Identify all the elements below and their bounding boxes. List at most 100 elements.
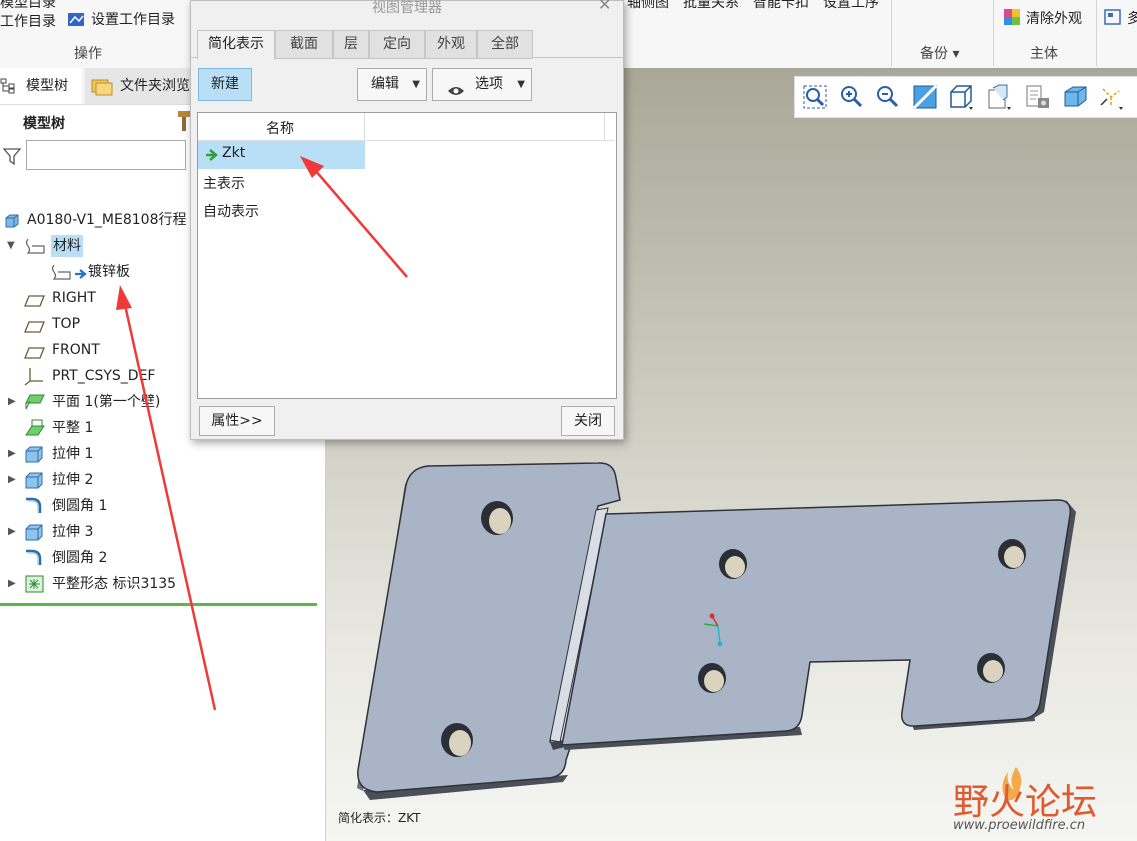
display-style-icon[interactable]	[947, 83, 975, 111]
tab-folder-browser-label: 文件夹浏览	[120, 78, 190, 94]
tab-model-tree[interactable]: 模型树	[0, 68, 82, 104]
part-icon	[4, 212, 20, 228]
more-button[interactable]: 多	[1127, 8, 1137, 28]
tab-orient[interactable]: 定向	[369, 30, 425, 59]
collapse-triangle-icon[interactable]: ▼	[7, 233, 15, 259]
extrude-icon	[24, 523, 44, 541]
tree-item-round-1[interactable]: 倒圆角 1	[0, 493, 325, 519]
ribbon-item-set-process[interactable]: 设置工序	[823, 0, 879, 12]
tree-item-extrude-2[interactable]: ▶ 拉伸 2	[0, 467, 325, 493]
ribbon-item-batch-relations[interactable]: 批量关系	[683, 0, 739, 12]
properties-button[interactable]: 属性>>	[199, 406, 275, 436]
column-name-header[interactable]: 名称	[266, 118, 294, 138]
extrude-icon	[24, 471, 44, 489]
zoom-in-icon[interactable]	[837, 83, 865, 111]
list-item-auto-rep[interactable]: 自动表示	[198, 197, 614, 225]
tree-item-label: A0180-V1_ME8108行程	[27, 212, 187, 228]
expand-triangle-icon[interactable]: ▶	[8, 389, 16, 415]
close-icon[interactable]: ✕	[598, 0, 611, 14]
new-button[interactable]: 新建	[198, 68, 252, 101]
eye-icon	[447, 78, 465, 95]
list-item-master-rep[interactable]: 主表示	[198, 169, 614, 197]
material-icon	[24, 237, 46, 255]
tree-item-label: FRONT	[52, 342, 100, 358]
list-item-label: Zkt	[222, 145, 246, 161]
flat-wall-icon	[24, 418, 46, 438]
tree-item-label: PRT_CSYS_DEF	[52, 368, 156, 384]
csys-icon	[24, 366, 46, 386]
tab-layer[interactable]: 层	[333, 30, 369, 59]
model-tree-header: 模型树	[23, 116, 65, 132]
tree-item-round-2[interactable]: 倒圆角 2	[0, 545, 325, 571]
round-icon	[24, 549, 44, 567]
set-workdir-icon	[67, 11, 85, 27]
arrow-right-icon	[74, 264, 88, 279]
tree-item-label: 拉伸 1	[52, 446, 94, 462]
ribbon-item-isometric[interactable]: 轴侧图	[627, 0, 669, 12]
tree-item-label: 平整 1	[52, 420, 94, 436]
material-icon	[50, 263, 72, 281]
zoom-fit-icon[interactable]	[801, 83, 829, 111]
close-button[interactable]: 关闭	[561, 406, 615, 436]
flat-state-icon	[24, 574, 46, 594]
tab-folder-browser[interactable]: 文件夹浏览	[85, 68, 190, 104]
expand-triangle-icon[interactable]: ▶	[8, 441, 16, 467]
clear-appearance-button[interactable]: 清除外观	[1026, 8, 1082, 28]
tab-model-tree-label: 模型树	[26, 78, 68, 94]
search-input[interactable]	[26, 140, 186, 170]
group-backup-label[interactable]: 备份 ▾	[920, 43, 959, 63]
extrude-icon	[24, 445, 44, 463]
tab-all[interactable]: 全部	[477, 30, 533, 59]
repaint-icon[interactable]	[911, 83, 939, 111]
working-directory-label[interactable]: 工作目录	[0, 11, 56, 31]
options-button[interactable]: 选项 ▼	[432, 68, 532, 101]
tab-appearance[interactable]: 外观	[425, 30, 477, 59]
tree-item-label: TOP	[52, 316, 81, 332]
zoom-out-icon[interactable]	[873, 83, 901, 111]
set-workdir-button[interactable]: 设置工作目录	[91, 9, 175, 29]
tree-item-extrude-3[interactable]: ▶ 拉伸 3	[0, 519, 325, 545]
tab-simplified-rep[interactable]: 简化表示	[197, 30, 275, 60]
view-toolbar	[794, 76, 1137, 118]
tree-item-label: 镀锌板	[88, 264, 130, 280]
tree-item-label: 拉伸 3	[52, 524, 94, 540]
tree-item-flat-state[interactable]: ▶ 平整形态 标识3135	[0, 571, 325, 597]
list-item-zkt[interactable]: Zkt	[198, 141, 365, 169]
tab-section[interactable]: 截面	[275, 30, 333, 59]
datum-display-icon[interactable]	[1097, 83, 1125, 111]
tree-item-label: 倒圆角 2	[52, 550, 108, 566]
dialog-title: 视图管理器	[372, 0, 442, 16]
round-icon	[24, 497, 44, 515]
group-body-label: 主体	[1030, 46, 1058, 62]
chevron-down-icon: ▼	[517, 79, 525, 90]
view-manager-icon[interactable]	[1023, 83, 1051, 111]
saved-orientations-icon[interactable]	[985, 83, 1013, 111]
expand-triangle-icon[interactable]: ▶	[8, 467, 16, 493]
tree-item-label: 倒圆角 1	[52, 498, 108, 514]
tree-item-label: RIGHT	[52, 290, 96, 306]
filter-icon[interactable]	[2, 148, 23, 166]
planar-wall-icon	[24, 393, 46, 411]
tree-item-label: 平面 1(第一个壁)	[52, 394, 161, 410]
edit-button[interactable]: 编辑 ▼	[357, 68, 427, 101]
datum-plane-icon	[24, 343, 46, 359]
tree-insert-separator[interactable]	[0, 603, 317, 606]
simplified-rep-status: 简化表示：ZKT	[338, 811, 421, 825]
tree-item-extrude-1[interactable]: ▶ 拉伸 1	[0, 441, 325, 467]
options-button-label: 选项	[475, 76, 503, 92]
chevron-down-icon: ▼	[412, 79, 420, 90]
expand-triangle-icon[interactable]: ▶	[8, 571, 16, 597]
tree-item-label: 平整形态 标识3135	[52, 576, 177, 592]
clear-appearance-icon	[1003, 8, 1021, 26]
perspective-view-icon[interactable]	[1061, 83, 1089, 111]
watermark-url: www.proewildfire.cn	[953, 818, 1086, 833]
edit-button-label: 编辑	[371, 76, 399, 92]
ribbon-item-smart-snap[interactable]: 智能卡扣	[753, 0, 809, 12]
list-header: 名称	[198, 113, 614, 141]
view-manager-dialog: 视图管理器 ✕ 简化表示 截面 层 定向 外观 全部 新建 编辑 ▼ 选项 ▼ …	[190, 0, 624, 440]
active-arrow-icon	[205, 148, 219, 162]
datum-plane-icon	[24, 317, 46, 333]
rep-list: 名称 Zkt 主表示 自动表示	[197, 112, 617, 399]
tree-item-label: 拉伸 2	[52, 472, 94, 488]
expand-triangle-icon[interactable]: ▶	[8, 519, 16, 545]
